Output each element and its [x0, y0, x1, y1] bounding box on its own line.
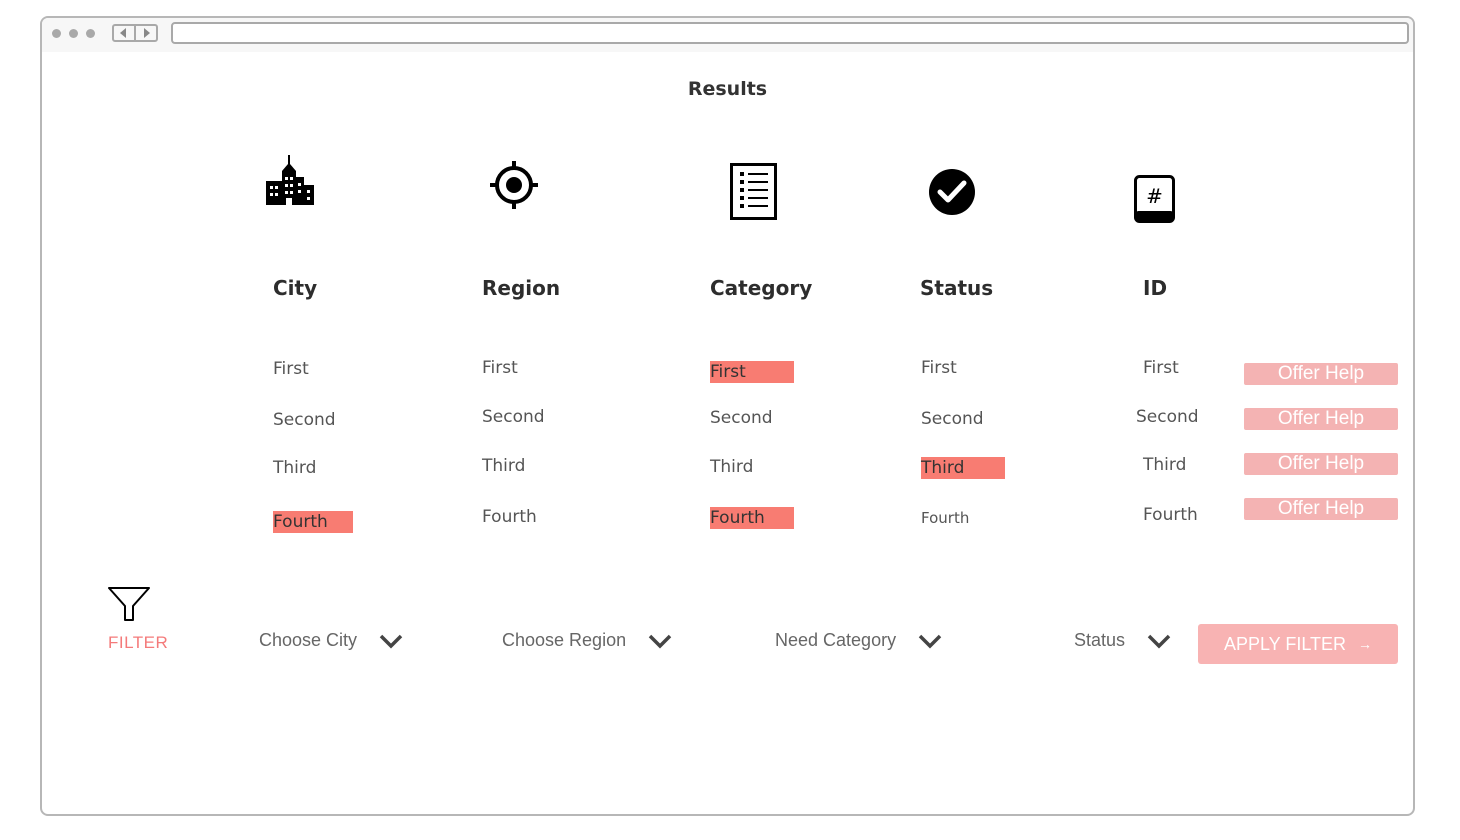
- category-cell-highlighted: First: [710, 361, 794, 383]
- status-dropdown-label: Status: [1074, 630, 1126, 650]
- filter-label: FILTER: [108, 633, 169, 652]
- check-circle-icon: [929, 169, 975, 215]
- chevron-down-icon: [918, 634, 942, 648]
- column-header-status: Status: [920, 276, 994, 300]
- id-cell: First: [1143, 358, 1179, 378]
- chevron-down-icon: [1147, 634, 1171, 648]
- city-dropdown-label: Choose City: [259, 630, 358, 650]
- column-header-category: Category: [710, 276, 813, 300]
- apply-filter-label: APPLY FILTER: [1223, 633, 1347, 654]
- offer-help-button[interactable]: Offer Help: [1244, 453, 1398, 475]
- id-cell: Fourth: [1143, 505, 1198, 525]
- chevron-down-icon: [648, 634, 672, 648]
- svg-text:#: #: [1146, 184, 1163, 208]
- window-dot-icon: [69, 29, 78, 38]
- id-cell: Third: [1143, 455, 1187, 475]
- location-target-icon: [490, 161, 538, 209]
- chevron-down-icon: [379, 634, 403, 648]
- page-title: Results: [687, 78, 768, 100]
- city-cell-highlighted: Fourth: [273, 511, 353, 533]
- city-dropdown[interactable]: Choose City: [259, 630, 403, 651]
- browser-window: Results # City Region Category Status ID…: [40, 16, 1415, 816]
- window-dot-icon: [52, 29, 61, 38]
- apply-filter-button[interactable]: APPLY FILTER →: [1198, 624, 1398, 664]
- status-dropdown[interactable]: Status: [1074, 630, 1171, 651]
- status-cell: Fourth: [921, 509, 970, 527]
- category-cell: Second: [710, 408, 773, 428]
- city-cell: Third: [273, 458, 317, 478]
- offer-help-button[interactable]: Offer Help: [1244, 363, 1398, 385]
- region-cell: Third: [482, 456, 526, 476]
- offer-help-button[interactable]: Offer Help: [1244, 498, 1398, 520]
- category-cell-highlighted: Fourth: [710, 507, 794, 529]
- address-bar[interactable]: [171, 22, 1409, 44]
- forward-arrow-icon[interactable]: [144, 28, 150, 38]
- hash-key-icon: #: [1134, 175, 1175, 223]
- browser-nav-buttons[interactable]: [112, 24, 158, 42]
- column-header-city: City: [273, 276, 318, 300]
- column-header-region: Region: [482, 276, 561, 300]
- window-dot-icon: [86, 29, 95, 38]
- city-cell: First: [273, 359, 309, 379]
- window-titlebar: [42, 18, 1413, 52]
- list-document-icon: [730, 163, 777, 220]
- status-cell: First: [921, 358, 957, 378]
- status-cell-highlighted: Third: [921, 457, 1005, 479]
- arrow-right-icon: →: [1358, 636, 1373, 652]
- id-cell: Second: [1136, 407, 1199, 427]
- back-arrow-icon[interactable]: [120, 28, 126, 38]
- city-cell: Second: [273, 410, 336, 430]
- region-cell: Second: [482, 407, 545, 427]
- building-icon: [266, 155, 314, 205]
- category-dropdown-label: Need Category: [775, 630, 897, 650]
- status-cell: Second: [921, 409, 984, 429]
- region-cell: Fourth: [482, 507, 537, 527]
- region-cell: First: [482, 358, 518, 378]
- offer-help-button[interactable]: Offer Help: [1244, 408, 1398, 430]
- region-dropdown[interactable]: Choose Region: [502, 630, 672, 651]
- category-dropdown[interactable]: Need Category: [775, 630, 942, 651]
- funnel-filter-icon[interactable]: [107, 586, 151, 624]
- nav-divider: [134, 26, 136, 40]
- column-header-id: ID: [1143, 276, 1168, 300]
- region-dropdown-label: Choose Region: [502, 630, 627, 650]
- category-cell: Third: [710, 457, 754, 477]
